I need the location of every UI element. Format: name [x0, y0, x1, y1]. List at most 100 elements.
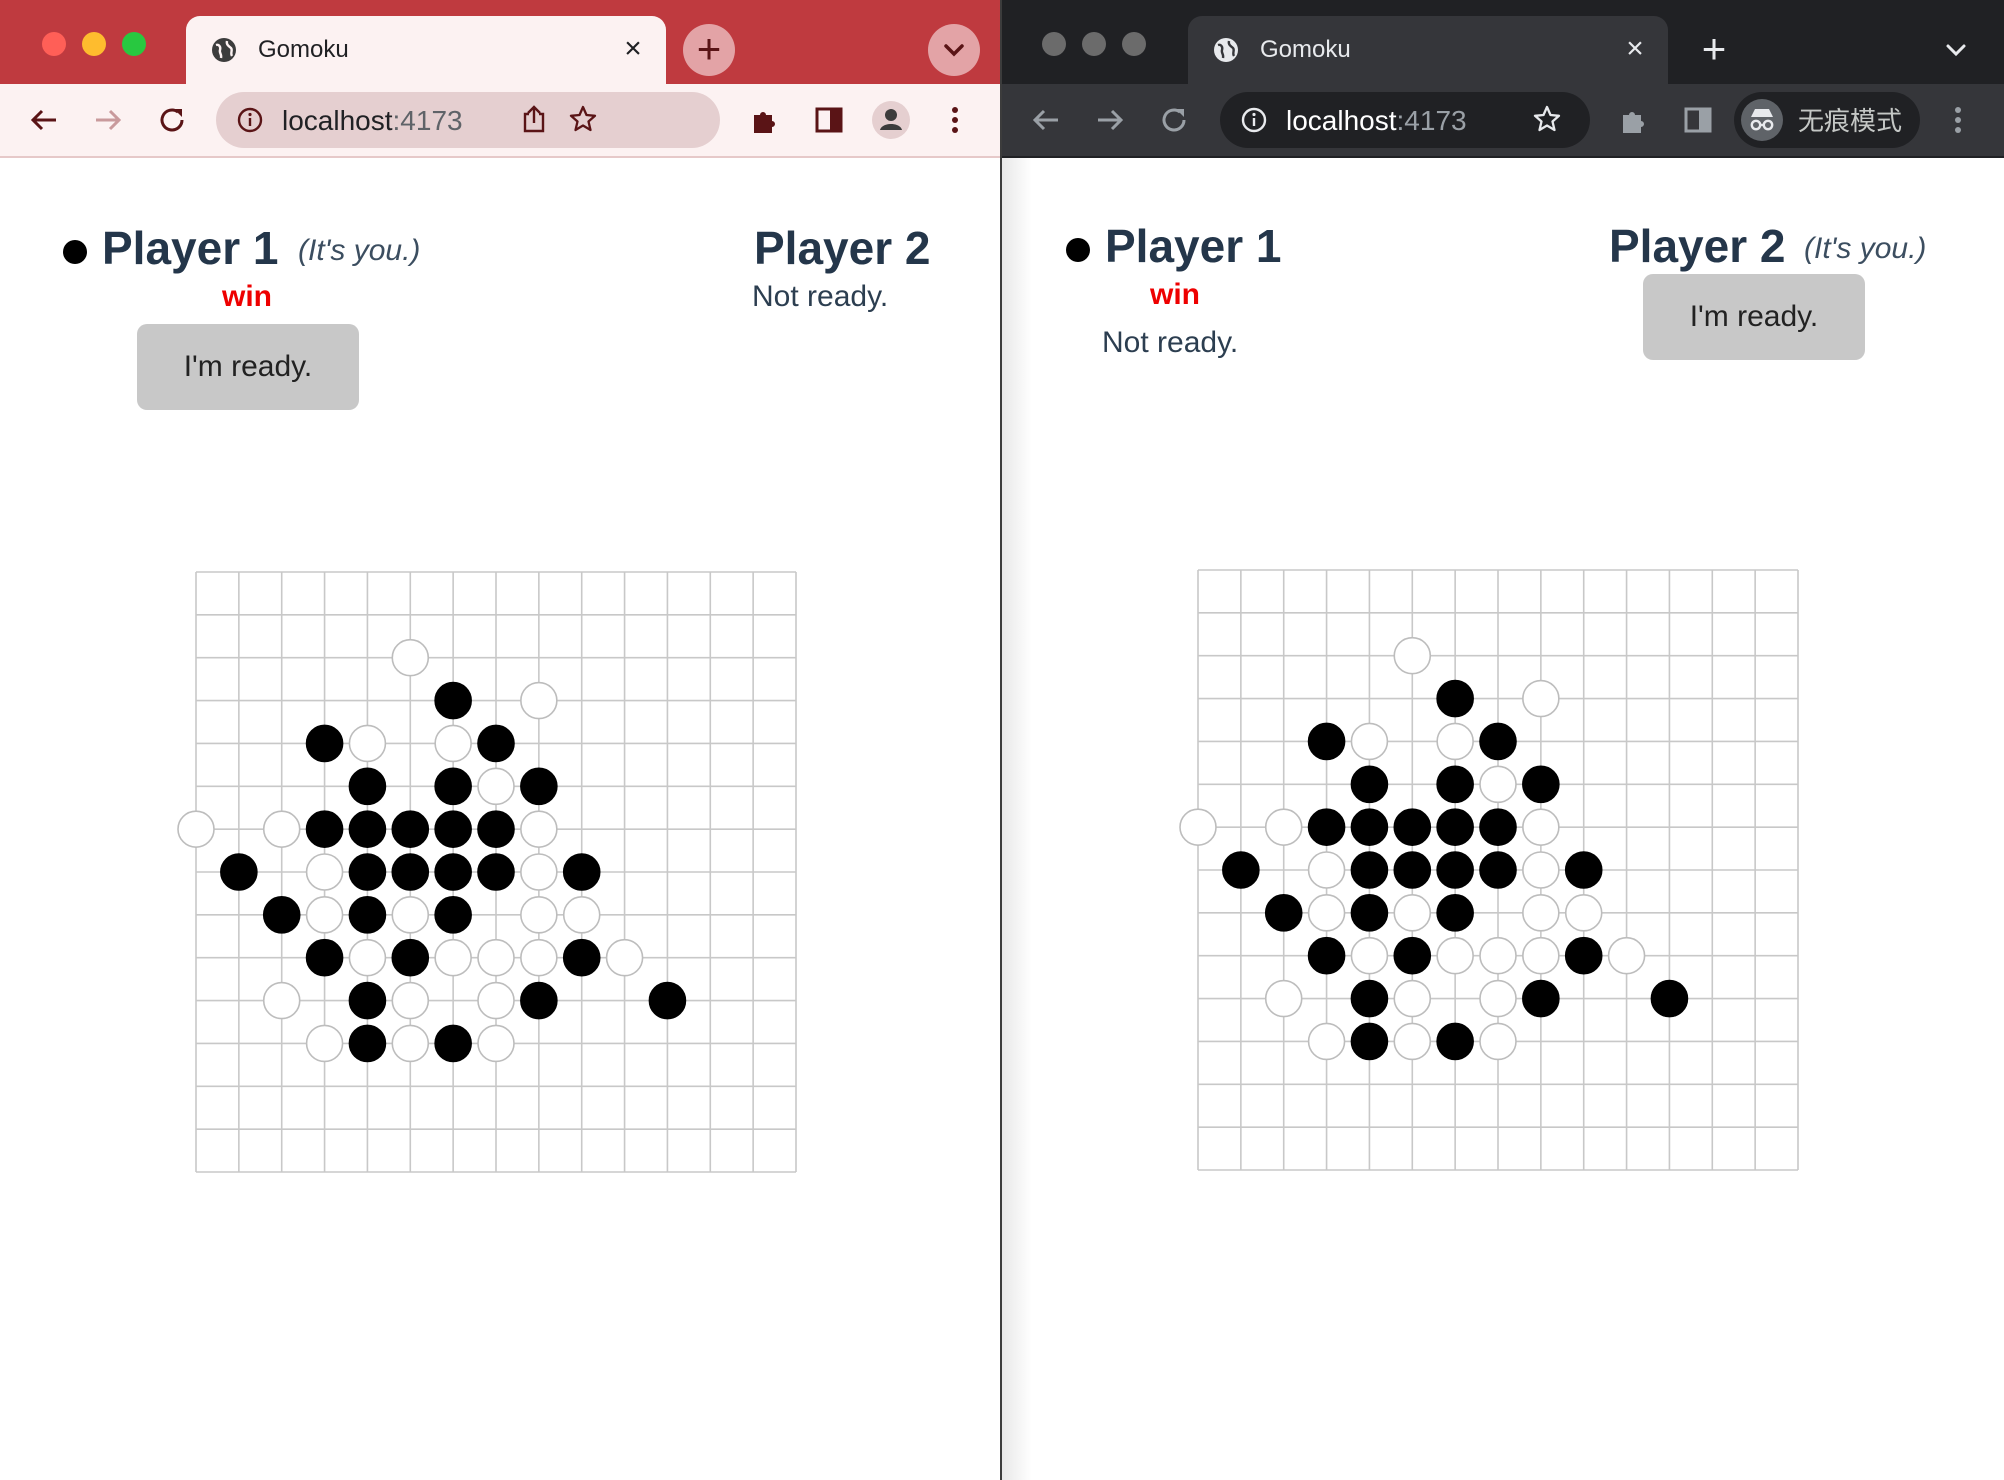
black-stone: [348, 1024, 387, 1063]
white-stone: [477, 981, 515, 1020]
url-text: localhost:4173: [1286, 105, 1467, 136]
black-stone: [520, 767, 558, 806]
forward-icon[interactable]: [1088, 98, 1132, 142]
new-tab-button[interactable]: +: [1688, 24, 1740, 76]
black-stone: [348, 981, 387, 1020]
black-stone: [1436, 851, 1474, 889]
maximize-window-button[interactable]: [1122, 32, 1146, 56]
black-stone: [1350, 979, 1389, 1018]
white-stone: [1307, 894, 1346, 932]
share-icon[interactable]: [520, 104, 548, 134]
black-stone: [477, 724, 515, 763]
tab-close-icon[interactable]: ×: [1620, 34, 1650, 64]
tab-close-icon[interactable]: ×: [618, 34, 648, 64]
black-stone: [1650, 979, 1689, 1018]
tab-gomoku[interactable]: Gomoku ×: [186, 16, 666, 84]
black-stone-indicator-icon: [63, 240, 87, 264]
ready-button[interactable]: I'm ready.: [137, 324, 359, 410]
black-stone: [1222, 851, 1260, 889]
minimize-window-button[interactable]: [1082, 32, 1106, 56]
player1-you-label: (It's you.): [298, 234, 421, 267]
menu-kebab-icon[interactable]: [1936, 98, 1980, 142]
white-stone: [1350, 936, 1389, 975]
forward-icon[interactable]: [86, 98, 130, 142]
white-stone: [391, 1024, 430, 1063]
tab-search-button[interactable]: [1930, 24, 1982, 76]
white-stone: [305, 853, 344, 891]
black-stone: [1522, 765, 1560, 804]
white-stone: [348, 938, 387, 977]
player1-win-label: win: [1150, 278, 1200, 311]
white-stone: [1436, 722, 1474, 761]
incognito-indicator[interactable]: 无痕模式: [1734, 92, 1920, 148]
black-stone: [1479, 722, 1517, 761]
black-stone: [1393, 936, 1432, 975]
white-stone: [1179, 808, 1217, 846]
close-window-button[interactable]: [1042, 32, 1066, 56]
white-stone: [1564, 894, 1603, 932]
reload-icon[interactable]: [150, 98, 194, 142]
black-stone: [648, 981, 687, 1020]
black-stone: [348, 767, 387, 806]
extensions-puzzle-icon[interactable]: [1612, 98, 1656, 142]
address-bar[interactable]: localhost:4173: [216, 92, 720, 148]
white-stone: [1522, 808, 1560, 846]
toolbar: localhost:4173 无痕模式: [1002, 84, 2004, 158]
black-stone: [220, 853, 258, 891]
extensions-puzzle-icon[interactable]: [743, 98, 787, 142]
black-stone: [1350, 808, 1389, 846]
black-stone: [391, 853, 430, 891]
info-icon[interactable]: [1240, 106, 1268, 134]
bookmark-star-icon[interactable]: [568, 104, 598, 134]
white-stone: [1393, 979, 1432, 1018]
tab-strip: Gomoku × +: [0, 0, 1000, 84]
tab-gomoku[interactable]: Gomoku ×: [1188, 16, 1668, 84]
white-stone: [434, 724, 472, 763]
info-icon[interactable]: [236, 106, 264, 134]
white-stone: [1522, 679, 1560, 718]
side-panel-icon[interactable]: [1676, 98, 1720, 142]
back-icon[interactable]: [22, 98, 66, 142]
tab-search-button[interactable]: [928, 24, 980, 76]
game-page: Player 1 (It's you.) win I'm ready. Play…: [0, 158, 1000, 1480]
black-stone: [1436, 765, 1474, 804]
white-stone: [1264, 979, 1303, 1018]
gomoku-board[interactable]: [1174, 546, 1822, 1194]
white-stone: [262, 810, 301, 848]
back-icon[interactable]: [1024, 98, 1068, 142]
white-stone: [520, 896, 558, 934]
side-panel-icon[interactable]: [807, 98, 851, 142]
black-stone: [1350, 894, 1389, 932]
white-stone: [477, 938, 515, 977]
black-stone: [434, 810, 472, 848]
white-stone: [1522, 936, 1560, 975]
black-stone: [1436, 1022, 1474, 1061]
menu-kebab-icon[interactable]: [933, 98, 977, 142]
new-tab-button[interactable]: +: [683, 24, 735, 76]
black-stone: [434, 767, 472, 806]
white-stone: [391, 896, 430, 934]
player1-win-label: win: [222, 280, 272, 313]
white-stone: [305, 896, 344, 934]
address-bar[interactable]: localhost:4173: [1220, 92, 1590, 148]
reload-icon[interactable]: [1152, 98, 1196, 142]
maximize-window-button[interactable]: [122, 32, 146, 56]
black-stone: [477, 853, 515, 891]
minimize-window-button[interactable]: [82, 32, 106, 56]
white-stone: [520, 681, 558, 720]
browser-window-player1: Gomoku × + localhost:4173 Player 1 (It's…: [0, 0, 1000, 1480]
player1-status: Not ready.: [1102, 326, 1239, 359]
profile-avatar-icon[interactable]: [869, 98, 913, 142]
black-stone: [434, 853, 472, 891]
white-stone: [520, 810, 558, 848]
bookmark-star-icon[interactable]: [1532, 104, 1562, 134]
white-stone: [1607, 936, 1646, 975]
close-window-button[interactable]: [42, 32, 66, 56]
ready-button[interactable]: I'm ready.: [1643, 274, 1865, 360]
black-stone: [1350, 765, 1389, 804]
white-stone: [1479, 936, 1517, 975]
gomoku-board[interactable]: [172, 548, 820, 1196]
white-stone: [1393, 636, 1432, 675]
player2-you-label: (It's you.): [1804, 232, 1927, 265]
url-text: localhost:4173: [282, 105, 463, 136]
